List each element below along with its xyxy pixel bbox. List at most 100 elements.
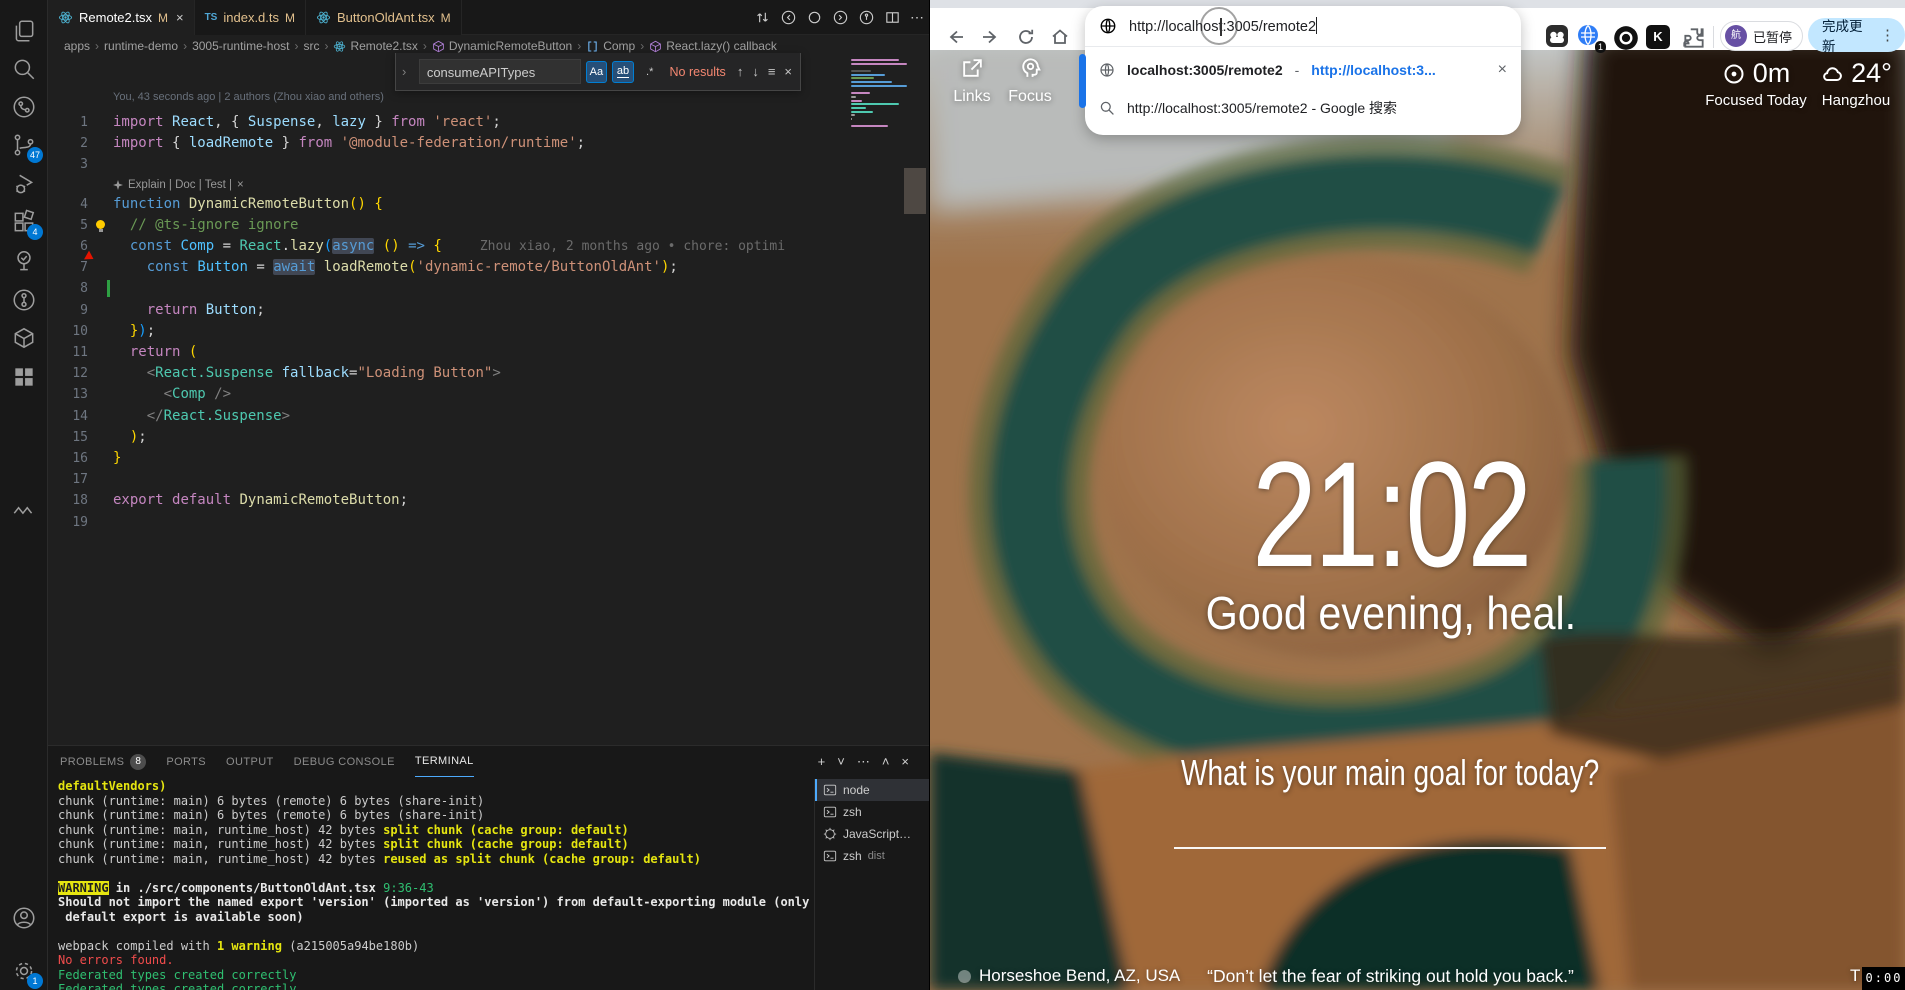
breadcrumb-separator: ›	[183, 39, 187, 53]
focused-today-widget[interactable]: 0m Focused Today	[1694, 58, 1818, 109]
browser-menu-icon[interactable]: ⋮	[1880, 26, 1895, 44]
goal-input[interactable]	[1174, 847, 1606, 849]
source-control-icon[interactable]: 47	[11, 132, 37, 158]
panel-tab-terminal[interactable]: TERMINAL	[415, 746, 474, 777]
find-in-selection-icon[interactable]: ≡	[766, 64, 778, 79]
modified-marker: M	[441, 11, 451, 25]
explorer-icon[interactable]	[11, 18, 37, 44]
settings-gear-icon[interactable]: 1	[11, 958, 37, 984]
breadcrumb-item-runtime-demo[interactable]: runtime-demo	[104, 39, 178, 53]
breadcrumb-item-React.lazy() callback[interactable]: React.lazy() callback	[649, 39, 777, 53]
k-extension-icon[interactable]: K	[1646, 25, 1672, 51]
breadcrumb-item-src[interactable]: src	[303, 39, 319, 53]
container-icon[interactable]	[11, 325, 37, 351]
extensions-icon[interactable]: 4	[11, 209, 37, 235]
browser-window: 1 K 航 已暂停 完成更新 ⋮ http://localhost:3005/r…	[930, 0, 1905, 990]
panel-close-icon[interactable]: ×	[901, 754, 909, 769]
address-bar[interactable]: http://localhost:3005/remote2	[1085, 6, 1521, 46]
panel-maximize-icon[interactable]: ˄	[882, 754, 890, 769]
wave-icon[interactable]	[11, 498, 37, 524]
nav-forward-icon[interactable]	[832, 9, 849, 26]
breadcrumb-item-DynamicRemoteButton[interactable]: DynamicRemoteButton	[432, 39, 572, 53]
new-terminal-icon[interactable]: +	[818, 754, 826, 769]
focus-widget[interactable]: Focus	[1000, 56, 1060, 106]
terminal-item-node[interactable]: node	[815, 779, 929, 801]
reload-icon[interactable]	[1016, 27, 1036, 47]
code-line: 4function DynamicRemoteButton() {	[48, 194, 929, 215]
panel-tab-debug-console[interactable]: DEBUG CONSOLE	[294, 746, 395, 777]
forward-icon[interactable]	[980, 27, 1000, 47]
extensions-puzzle-icon[interactable]	[1681, 25, 1707, 51]
suggestion-text: http://localhost:3005/remote2 - Google 搜…	[1127, 98, 1397, 118]
nav-current-icon[interactable]	[806, 9, 823, 26]
more-actions-icon[interactable]: ⋯	[910, 9, 925, 26]
minimap[interactable]	[851, 59, 909, 133]
focused-value: 0m	[1753, 58, 1791, 89]
account-icon[interactable]	[11, 905, 37, 931]
terminal-output[interactable]: defaultVendors)chunk (runtime: main) 6 b…	[58, 779, 813, 990]
find-input[interactable]: consumeAPITypes	[419, 59, 581, 84]
find-close-icon[interactable]: ×	[782, 64, 794, 79]
line-number: 16	[48, 448, 88, 469]
panel-tab-label: PORTS	[166, 756, 206, 768]
panel-tab-output[interactable]: OUTPUT	[226, 746, 274, 777]
tab-close-icon[interactable]: ×	[176, 10, 184, 25]
nav-back-icon[interactable]	[780, 9, 797, 26]
terminal-item-zsh[interactable]: zshdist	[815, 845, 929, 867]
links-widget[interactable]: Links	[942, 56, 1002, 106]
codelens[interactable]: Explain | Doc | Test | ×	[113, 176, 244, 194]
terminal-dropdown-icon[interactable]: ˅	[837, 754, 845, 769]
run-debug-icon[interactable]	[11, 171, 37, 197]
extension-dark-icon[interactable]	[1544, 23, 1570, 49]
whole-word-toggle[interactable]: ab	[612, 61, 634, 83]
home-icon[interactable]	[1050, 27, 1070, 47]
find-previous-icon[interactable]: ↑	[735, 64, 746, 79]
testing-tree-icon[interactable]	[11, 248, 37, 274]
back-icon[interactable]	[946, 27, 966, 47]
suggestion-row-1[interactable]: localhost:3005/remote2 - http://localhos…	[1085, 51, 1521, 89]
circle-extension-icon[interactable]	[1613, 25, 1639, 51]
weather-widget[interactable]: 24° Hangzhou	[1806, 58, 1905, 109]
breadcrumb-item-apps[interactable]: apps	[64, 39, 90, 53]
terminal-item-zsh[interactable]: zsh	[815, 801, 929, 823]
panel-more-icon[interactable]: ⋯	[857, 754, 870, 770]
find-next-icon[interactable]: ↓	[750, 64, 761, 79]
grid-icon[interactable]	[11, 364, 37, 390]
code-text: // @ts-ignore ignore	[113, 215, 298, 236]
translate-extension-icon[interactable]: 1	[1575, 23, 1601, 49]
line-number: 19	[48, 512, 88, 533]
terminal-item-JavaScript…[interactable]: JavaScript…	[815, 823, 929, 845]
code-line: 19	[48, 512, 929, 533]
paused-extension-pill[interactable]: 航 已暂停	[1720, 21, 1803, 51]
suggestion-remove-icon[interactable]: ×	[1498, 61, 1507, 79]
codelens-labels[interactable]: Explain | Doc | Test |	[128, 179, 232, 191]
breadcrumb-label: Remote2.tsx	[350, 39, 417, 53]
regex-toggle[interactable]: .*	[639, 61, 661, 83]
run-file-icon[interactable]	[858, 9, 875, 26]
panel-tab-problems[interactable]: PROBLEMS8	[60, 746, 146, 777]
source-control-graph-icon[interactable]	[11, 94, 37, 120]
lightbulb-icon[interactable]	[96, 220, 105, 229]
tab-ButtonOldAnt.tsx[interactable]: ButtonOldAnt.tsxM	[306, 0, 462, 35]
tab-index.d.ts[interactable]: TSindex.d.tsM	[195, 0, 306, 35]
panel-tab-ports[interactable]: PORTS	[166, 746, 206, 777]
match-case-toggle[interactable]: Aa	[586, 61, 608, 83]
breadcrumb-item-Remote2.tsx[interactable]: Remote2.tsx	[333, 39, 417, 53]
find-expand-icon[interactable]: ›	[402, 64, 414, 79]
split-editor-icon[interactable]	[884, 9, 901, 26]
line-number: 3	[48, 154, 88, 175]
breadcrumb-item-3005-runtime-host[interactable]: 3005-runtime-host	[192, 39, 289, 53]
search-icon[interactable]	[11, 56, 37, 82]
code-text: export default DynamicRemoteButton;	[113, 490, 408, 511]
suggestion-row-2[interactable]: http://localhost:3005/remote2 - Google 搜…	[1085, 89, 1521, 127]
compare-changes-icon[interactable]	[754, 9, 771, 26]
finish-update-button[interactable]: 完成更新 ⋮	[1808, 18, 1905, 52]
ts-icon: TS	[205, 12, 218, 23]
terminal-line: defaultVendors)	[58, 779, 813, 794]
breadcrumb-item-Comp[interactable]: Comp	[586, 39, 635, 53]
omnibox: http://localhost:3005/remote2 localhost:…	[1085, 6, 1521, 135]
git-graph-icon[interactable]	[11, 287, 37, 313]
codelens-close[interactable]: ×	[237, 179, 244, 191]
code-editor[interactable]: You, 43 seconds ago | 2 authors (Zhou xi…	[48, 57, 929, 745]
tab-Remote2.tsx[interactable]: Remote2.tsxM×	[48, 0, 195, 35]
